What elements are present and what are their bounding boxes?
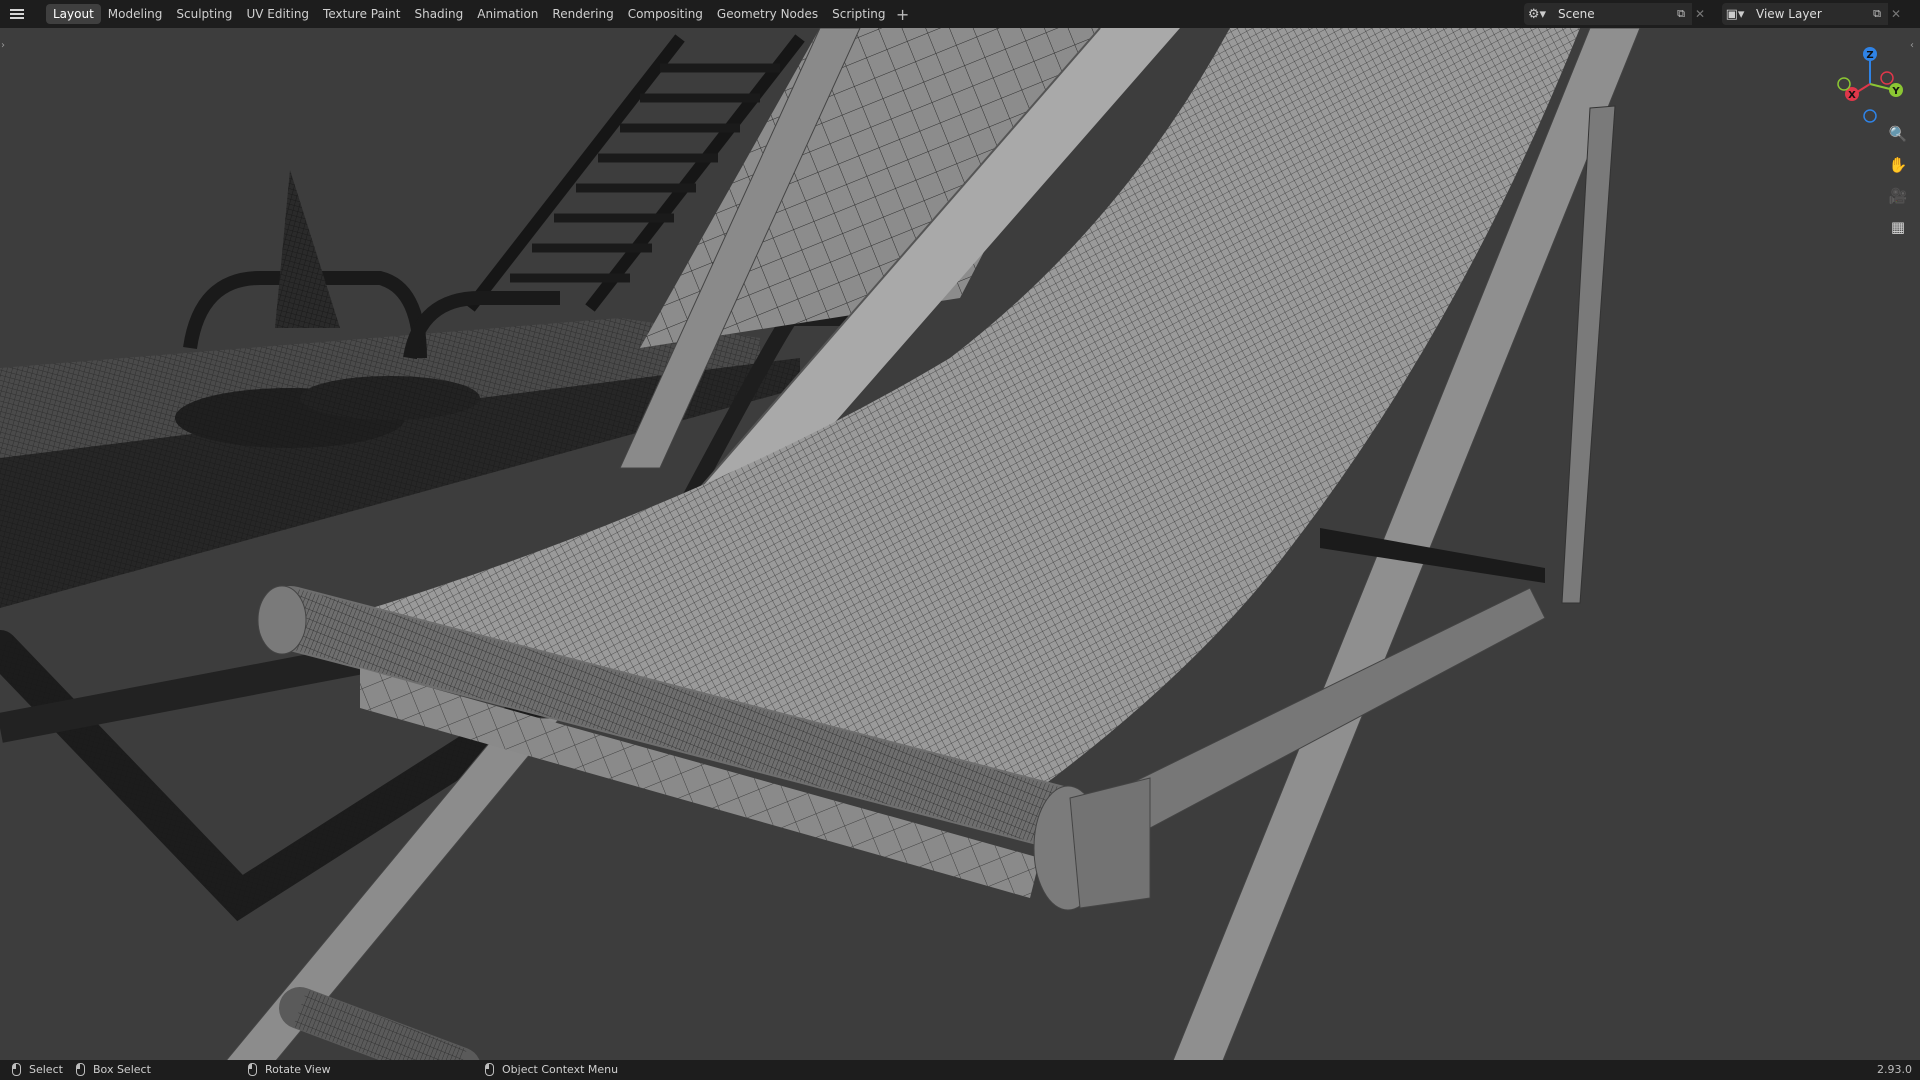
tab-rendering[interactable]: Rendering: [545, 4, 620, 24]
tab-uv-editing[interactable]: UV Editing: [239, 4, 316, 24]
ortho-grid-icon[interactable]: ▦: [1884, 213, 1912, 241]
3d-viewport[interactable]: Z Y X 🔍 ✋ 🎥 ▦ › ‹: [0, 28, 1920, 1060]
view-layer-selector: ▣▾ View Layer ⧉ ✕: [1722, 3, 1904, 25]
status-context-menu: Object Context Menu: [485, 1063, 618, 1076]
delete-scene-icon[interactable]: ✕: [1692, 3, 1708, 25]
hamburger-icon: [10, 13, 24, 15]
gizmo-neg-y[interactable]: [1837, 77, 1851, 91]
status-context-menu-label: Object Context Menu: [502, 1063, 619, 1076]
status-bar: Select Box Select Rotate View Object Con…: [0, 1060, 1920, 1080]
new-view-layer-icon[interactable]: ⧉: [1866, 3, 1888, 25]
mouse-right-icon: [485, 1063, 494, 1076]
gizmo-z-label: Z: [1866, 50, 1873, 61]
status-box-select-label: Box Select: [93, 1063, 151, 1076]
top-header-bar: Layout Modeling Sculpting UV Editing Tex…: [0, 0, 1920, 28]
status-box-select: Box Select: [76, 1063, 151, 1076]
gizmo-neg-x[interactable]: [1880, 71, 1894, 85]
status-select: Select: [12, 1063, 63, 1076]
new-scene-icon[interactable]: ⧉: [1670, 3, 1692, 25]
pan-hand-icon[interactable]: ✋: [1884, 151, 1912, 179]
version-label: 2.93.0: [1877, 1063, 1912, 1076]
view-layer-browse-icon[interactable]: ▣▾: [1722, 3, 1748, 25]
tab-shading[interactable]: Shading: [407, 4, 470, 24]
wireframe-scene: [0, 28, 1641, 1060]
zoom-icon[interactable]: 🔍: [1884, 120, 1912, 148]
delete-view-layer-icon[interactable]: ✕: [1888, 3, 1904, 25]
tab-modeling[interactable]: Modeling: [101, 4, 170, 24]
status-select-label: Select: [29, 1063, 63, 1076]
mouse-left-icon: [12, 1063, 21, 1076]
mouse-middle-icon: [248, 1063, 257, 1076]
gizmo-x-label: X: [1848, 90, 1856, 101]
scene-selector: ⚙▾ Scene ⧉ ✕: [1524, 3, 1708, 25]
tab-animation[interactable]: Animation: [470, 4, 545, 24]
camera-icon[interactable]: 🎥: [1884, 182, 1912, 210]
workspace-tabs: Layout Modeling Sculpting UV Editing Tex…: [46, 0, 913, 28]
viewport-nav-tools: 🔍 ✋ 🎥 ▦: [1884, 120, 1912, 244]
sidebar-expand-icon[interactable]: ‹: [1910, 40, 1914, 51]
scene-browse-icon[interactable]: ⚙▾: [1524, 3, 1550, 25]
gizmo-neg-z[interactable]: [1863, 109, 1877, 123]
tab-geometry-nodes[interactable]: Geometry Nodes: [710, 4, 825, 24]
tab-texture-paint[interactable]: Texture Paint: [316, 4, 407, 24]
add-workspace-button[interactable]: +: [893, 4, 913, 24]
tab-scripting[interactable]: Scripting: [825, 4, 892, 24]
tab-sculpting[interactable]: Sculpting: [169, 4, 239, 24]
toolbar-expand-icon[interactable]: ›: [1, 40, 5, 51]
mouse-drag-icon: [76, 1063, 85, 1076]
scene-name-field[interactable]: Scene: [1550, 3, 1670, 25]
main-menu-button[interactable]: [0, 0, 34, 28]
status-rotate-view-label: Rotate View: [265, 1063, 331, 1076]
gizmo-y-label: Y: [1891, 86, 1900, 97]
tab-layout[interactable]: Layout: [46, 4, 101, 24]
view-layer-name-field[interactable]: View Layer: [1748, 3, 1866, 25]
orientation-gizmo[interactable]: Z Y X: [1832, 36, 1908, 126]
status-rotate-view: Rotate View: [248, 1063, 331, 1076]
tab-compositing[interactable]: Compositing: [621, 4, 710, 24]
